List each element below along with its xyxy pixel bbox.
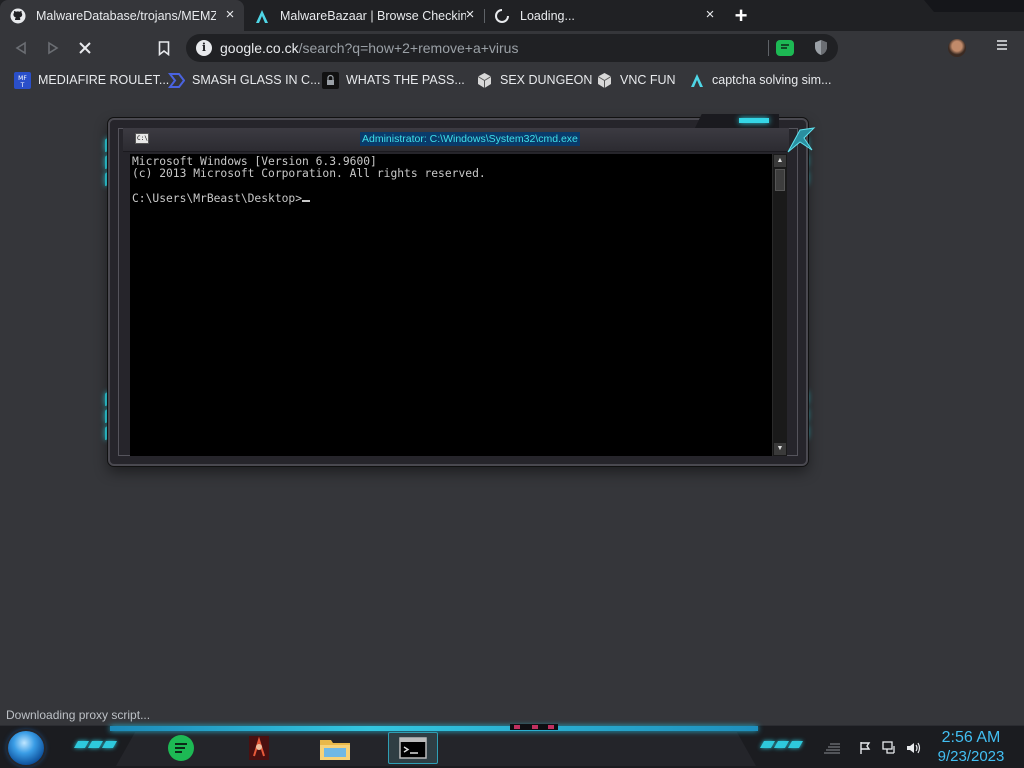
clock-time: 2:56 AM bbox=[941, 729, 1001, 746]
bookmark-mediafire[interactable]: MF T MEDIAFIRE ROULET... bbox=[14, 71, 169, 89]
game-app-icon bbox=[249, 736, 269, 760]
github-icon bbox=[10, 8, 26, 24]
bookmark-icon bbox=[158, 40, 170, 56]
console-line: (c) 2013 Microsoft Corporation. All righ… bbox=[132, 167, 486, 181]
stop-button[interactable] bbox=[74, 37, 96, 59]
taskbar-glow-strip bbox=[110, 726, 758, 731]
tab-malwarebazaar[interactable]: MalwareBazaar | Browse Checking × bbox=[244, 0, 484, 31]
cmd-glow-bar bbox=[739, 118, 769, 123]
taskbar-spotify[interactable] bbox=[156, 732, 206, 764]
forward-arrow-icon bbox=[48, 41, 59, 55]
loading-spinner-icon bbox=[494, 8, 510, 24]
svg-text:T: T bbox=[20, 82, 25, 89]
bookmark-button[interactable] bbox=[153, 37, 175, 59]
chat-extension-icon[interactable] bbox=[776, 40, 794, 56]
cmd-corner-emblem-icon bbox=[786, 126, 816, 154]
spotify-icon bbox=[168, 735, 194, 761]
bookmark-captcha[interactable]: captcha solving sim... bbox=[688, 71, 832, 89]
tab-malwaredatabase[interactable]: MalwareDatabase/trojans/MEMZ.z × bbox=[0, 0, 244, 31]
stop-x-icon bbox=[79, 42, 91, 54]
chevron-logo-icon bbox=[168, 72, 185, 89]
cube-icon bbox=[476, 72, 493, 89]
url-host: google.co.ck bbox=[220, 40, 299, 56]
cmd-window-icon[interactable]: C:\ bbox=[135, 133, 149, 144]
cmd-icon bbox=[399, 737, 427, 759]
tray-lines-icon[interactable] bbox=[824, 741, 840, 755]
profile-avatar[interactable] bbox=[948, 39, 966, 57]
bookmark-vnc-fun[interactable]: VNC FUN bbox=[596, 71, 676, 89]
bookmark-label: WHATS THE PASS... bbox=[346, 73, 465, 87]
tab-title: MalwareDatabase/trojans/MEMZ.z bbox=[36, 8, 216, 23]
tab-loading[interactable]: Loading... × bbox=[484, 0, 724, 31]
bookmark-label: VNC FUN bbox=[620, 73, 676, 87]
cube-icon bbox=[596, 72, 613, 89]
close-icon[interactable]: × bbox=[222, 7, 238, 23]
bookmark-label: SEX DUNGEON bbox=[500, 73, 593, 87]
back-button[interactable] bbox=[10, 37, 32, 59]
mediafire-icon: MF T bbox=[14, 71, 31, 89]
bookmark-label: SMASH GLASS IN C... bbox=[192, 73, 321, 87]
address-url[interactable]: google.co.ck/search?q=how+2+remove+a+vir… bbox=[220, 40, 518, 56]
cmd-scrollbar[interactable]: ▲ ▼ bbox=[772, 154, 787, 456]
cmd-window[interactable]: C:\ Administrator: C:\Windows\System32\c… bbox=[108, 114, 816, 466]
taskbar-dashes-right bbox=[759, 741, 804, 750]
scroll-thumb[interactable] bbox=[775, 169, 785, 191]
url-path: /search?q=how+2+remove+a+virus bbox=[298, 40, 519, 56]
menu-lines-icon bbox=[997, 40, 1007, 50]
close-icon[interactable]: × bbox=[462, 7, 478, 23]
bookmark-label: captcha solving sim... bbox=[712, 73, 832, 87]
taskbar-file-explorer[interactable] bbox=[310, 732, 360, 764]
taskbar-clock[interactable]: 2:56 AM 9/23/2023 bbox=[928, 728, 1014, 766]
browser-menu-button[interactable] bbox=[994, 38, 1010, 58]
cmd-titlebar[interactable]: C:\ Administrator: C:\Windows\System32\c… bbox=[123, 128, 789, 152]
taskbar-strip-decoration bbox=[510, 724, 558, 730]
cmd-title-decoration bbox=[695, 114, 779, 128]
network-icon[interactable] bbox=[882, 741, 898, 755]
browser-status-bubble: Downloading proxy script... bbox=[0, 705, 157, 725]
scroll-up-icon[interactable]: ▲ bbox=[774, 155, 786, 167]
malwarebazaar-icon bbox=[688, 72, 705, 89]
taskbar-dashes-left bbox=[73, 741, 118, 750]
bookmark-sex-dungeon[interactable]: SEX DUNGEON bbox=[476, 71, 592, 89]
console-prompt-line[interactable]: C:\Users\MrBeast\Desktop> bbox=[132, 191, 770, 205]
site-info-icon[interactable]: i bbox=[196, 40, 212, 56]
forward-button[interactable] bbox=[42, 37, 64, 59]
scroll-down-icon[interactable]: ▼ bbox=[774, 443, 786, 455]
taskbar-game-app[interactable] bbox=[234, 732, 284, 764]
lock-icon bbox=[322, 71, 339, 89]
tab-strip: MalwareDatabase/trojans/MEMZ.z × Malware… bbox=[0, 0, 1024, 31]
bookmark-label: MEDIAFIRE ROULET... bbox=[38, 73, 170, 87]
tab-title: MalwareBazaar | Browse Checking bbox=[280, 8, 466, 23]
browser-toolbar: i google.co.ck/search?q=how+2+remove+a+v… bbox=[0, 31, 1024, 65]
shield-extension-icon[interactable] bbox=[814, 39, 828, 56]
clock-date: 9/23/2023 bbox=[937, 748, 1005, 765]
taskbar: 2:56 AM 9/23/2023 bbox=[0, 724, 1024, 768]
bookmark-whats-the-pass[interactable]: WHATS THE PASS... bbox=[322, 71, 465, 89]
back-arrow-icon bbox=[15, 41, 26, 55]
tab-title: Loading... bbox=[520, 8, 575, 23]
address-bar[interactable]: i google.co.ck/search?q=how+2+remove+a+v… bbox=[186, 34, 838, 62]
bookmark-smash-glass[interactable]: SMASH GLASS IN C... bbox=[168, 71, 321, 89]
action-center-flag-icon[interactable] bbox=[858, 741, 874, 755]
svg-text:MF: MF bbox=[18, 75, 27, 82]
bookmarks-bar: MF T MEDIAFIRE ROULET... SMASH GLASS IN C… bbox=[0, 65, 1024, 95]
taskbar-cmd[interactable] bbox=[388, 732, 438, 764]
window-controls bbox=[924, 0, 1024, 12]
start-button[interactable] bbox=[8, 731, 44, 765]
cmd-console-output[interactable]: Microsoft Windows [Version 6.3.9600] (c) … bbox=[130, 154, 772, 456]
new-tab-button[interactable]: + bbox=[731, 5, 751, 27]
console-prompt: C:\Users\MrBeast\Desktop> bbox=[132, 191, 303, 205]
omnibox-separator bbox=[768, 40, 769, 56]
volume-icon[interactable] bbox=[906, 741, 922, 755]
cmd-window-title: Administrator: C:\Windows\System32\cmd.e… bbox=[360, 132, 580, 146]
malwarebazaar-icon bbox=[254, 8, 270, 24]
text-cursor bbox=[302, 199, 311, 202]
close-icon[interactable]: × bbox=[702, 7, 718, 23]
folder-icon bbox=[320, 740, 350, 760]
